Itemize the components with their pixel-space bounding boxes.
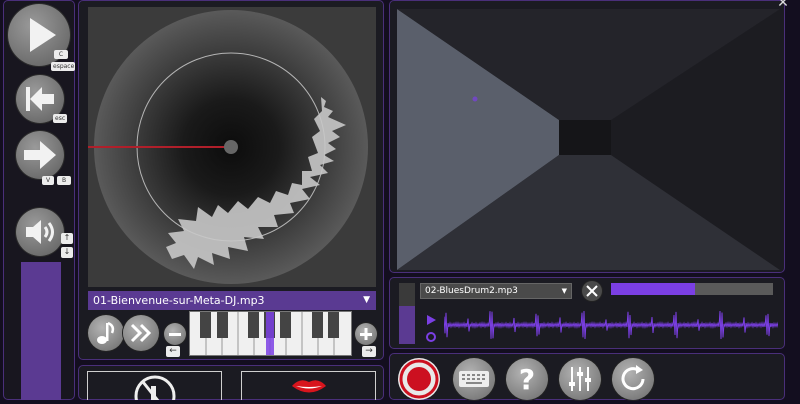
- turntable-visual[interactable]: [88, 7, 376, 287]
- sample-waveform-svg: [443, 310, 780, 340]
- note-button[interactable]: [88, 315, 124, 351]
- sampler-level: [399, 283, 415, 344]
- music-note-icon: [97, 321, 115, 344]
- svg-text:?: ?: [519, 363, 535, 396]
- sample-loop-button[interactable]: [425, 328, 437, 342]
- fast-forward-icon: [130, 323, 152, 343]
- piano-keys: [200, 312, 339, 355]
- keyboard-button[interactable]: [453, 358, 495, 400]
- next-key-hint-b: B: [57, 176, 71, 185]
- close-button[interactable]: ✕: [771, 0, 795, 12]
- reset-icon: [621, 365, 645, 391]
- pitch-minus-key: ←: [166, 346, 180, 357]
- next-button[interactable]: [16, 131, 64, 179]
- speaker-icon: [26, 220, 54, 244]
- close-circle-icon: [586, 285, 598, 297]
- lips-icon: [292, 380, 326, 393]
- visualizer-canvas[interactable]: [397, 9, 780, 270]
- mixer-sliders-icon: [569, 367, 591, 391]
- pitch-marker: [266, 312, 274, 355]
- track-select[interactable]: 01-Bienvenue-sur-Meta-DJ.mp3 ▼: [88, 291, 376, 310]
- 3d-tunnel: [397, 9, 780, 270]
- previous-key-hint: esc: [53, 114, 67, 123]
- turntable-area: [88, 7, 376, 287]
- volume-down-key: ↓: [61, 247, 73, 258]
- play-icon: [427, 315, 436, 325]
- sample-play-button[interactable]: [425, 311, 437, 325]
- mute-icon: [134, 375, 176, 400]
- mute-mic-button[interactable]: [87, 371, 222, 400]
- sample-select-value: 02-BluesDrum2.mp3: [425, 286, 518, 296]
- play-key-hint: C: [54, 50, 68, 59]
- pitch-plus-button[interactable]: [355, 323, 377, 345]
- volume-up-key: ↑: [61, 233, 73, 244]
- arrow-right-icon: [24, 141, 56, 169]
- pitch-minus-button[interactable]: [164, 323, 186, 345]
- chevron-down-icon: ▼: [561, 287, 567, 295]
- spindle: [224, 140, 238, 154]
- minus-icon: [169, 333, 181, 336]
- sample-waveform[interactable]: [443, 308, 780, 342]
- sample-progress-bar[interactable]: [611, 283, 773, 295]
- sample-progress-fill: [611, 283, 696, 295]
- mixer-button[interactable]: [559, 358, 601, 400]
- play-key-hint-space: espace: [51, 62, 75, 71]
- help-button[interactable]: ?: [506, 358, 548, 400]
- help-icon: ?: [519, 363, 535, 396]
- volume-meter[interactable]: [21, 262, 61, 400]
- reset-button[interactable]: [612, 358, 654, 400]
- plus-icon: [360, 328, 372, 340]
- next-key-hint-v: V: [42, 176, 54, 185]
- sample-remove-button[interactable]: [582, 281, 602, 301]
- fast-forward-button[interactable]: [123, 315, 159, 351]
- cursor-dot: [472, 96, 478, 102]
- chevron-down-icon: ▼: [363, 295, 370, 305]
- close-icon: ✕: [777, 0, 789, 11]
- sample-select[interactable]: 02-BluesDrum2.mp3 ▼: [420, 283, 572, 299]
- track-select-value: 01-Bienvenue-sur-Meta-DJ.mp3: [93, 294, 265, 307]
- keyboard-icon: [459, 371, 489, 387]
- record-button[interactable]: [398, 358, 440, 400]
- pitch-keyboard[interactable]: [189, 311, 352, 356]
- pitch-plus-key: →: [362, 346, 376, 357]
- record-icon: [399, 359, 439, 399]
- volume-button[interactable]: [16, 208, 64, 256]
- loop-icon: [426, 332, 436, 342]
- mouth-button[interactable]: [241, 371, 376, 400]
